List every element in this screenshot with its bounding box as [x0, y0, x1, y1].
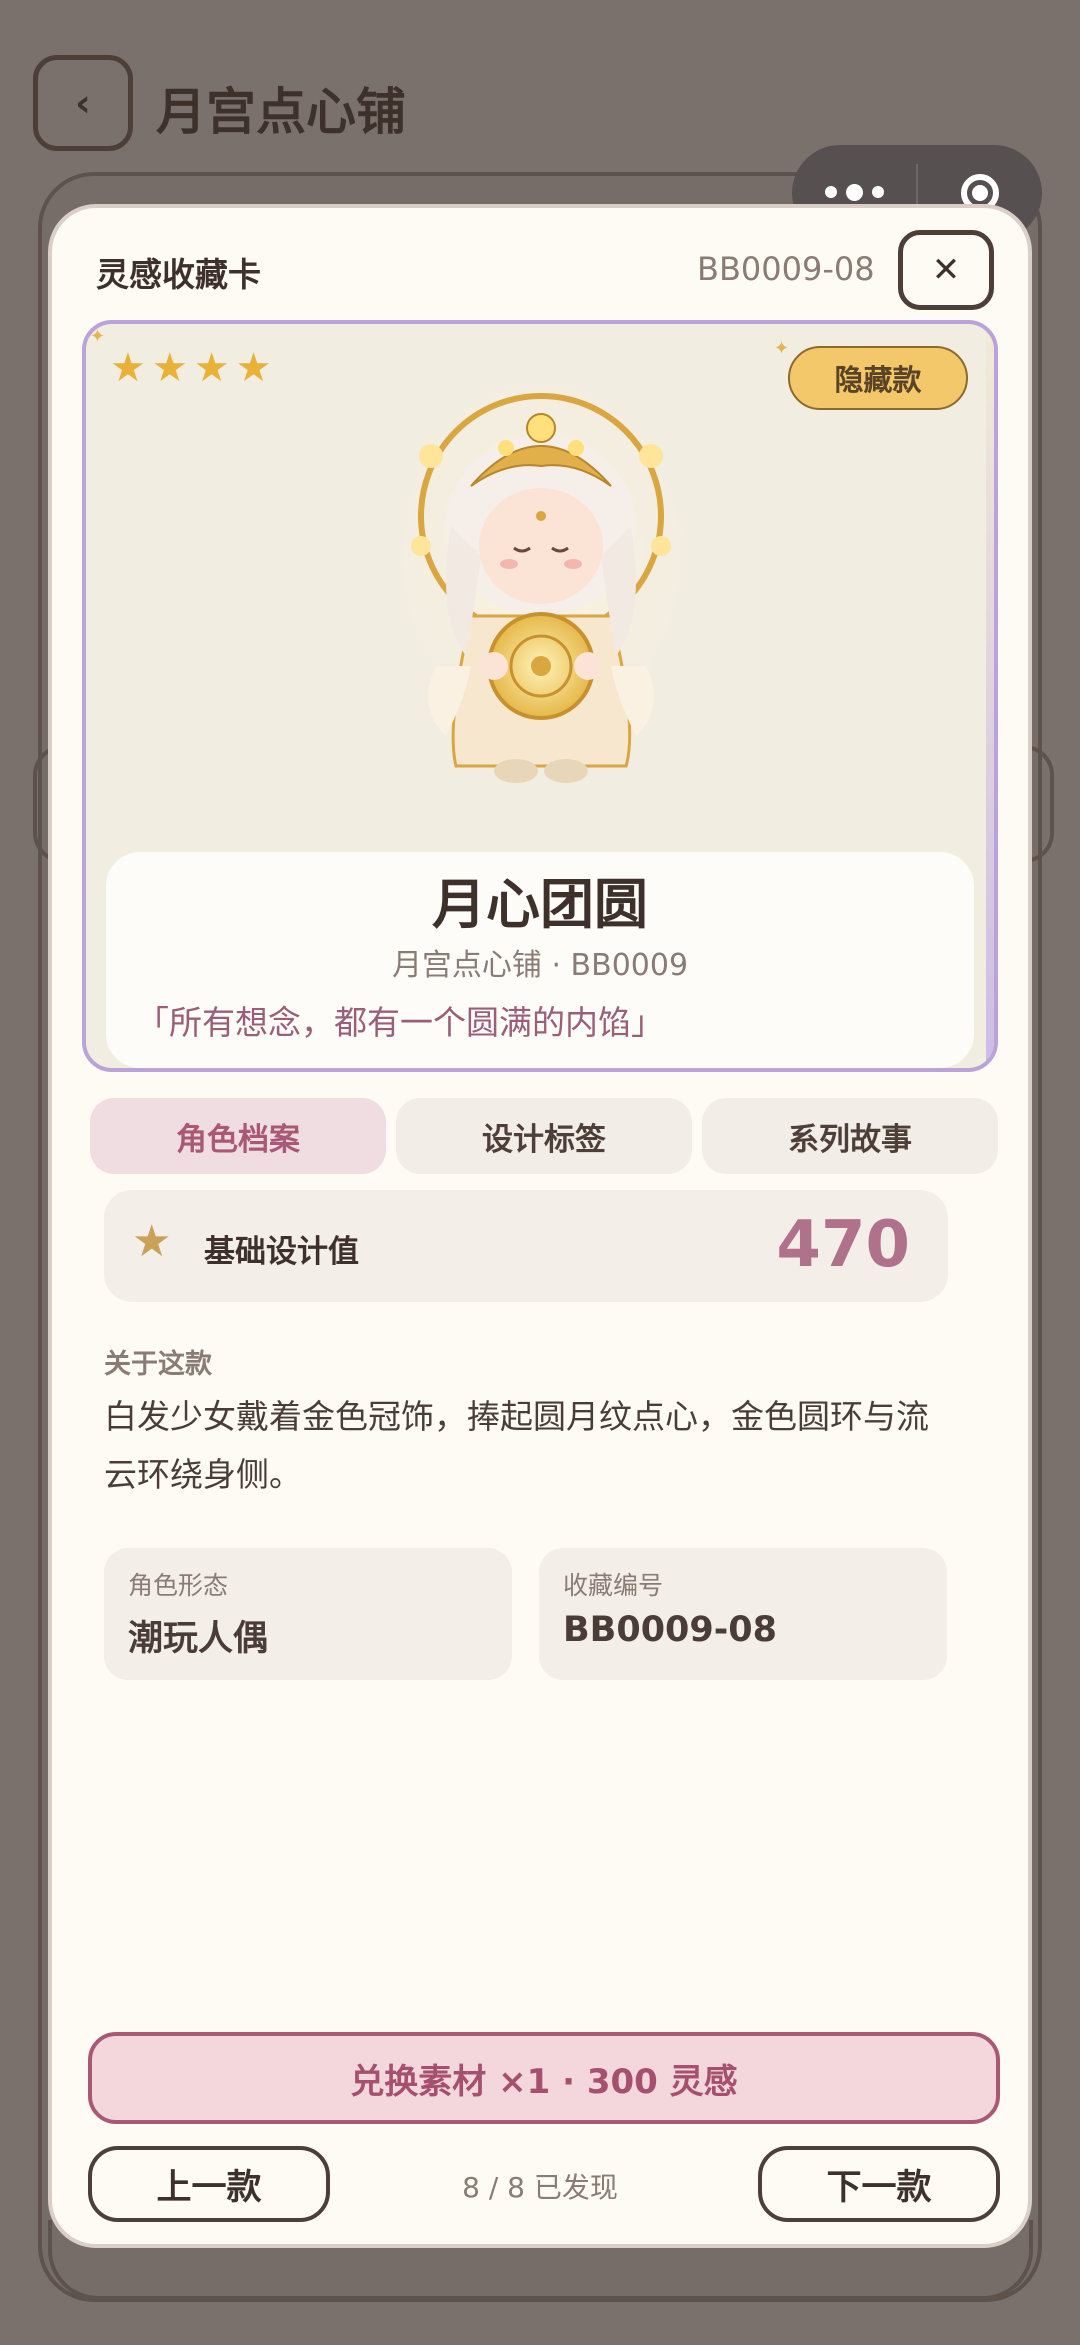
about-heading: 关于这款: [104, 1349, 212, 1380]
star-icon: ★: [235, 345, 272, 391]
sparkle-icon: ✦: [90, 326, 106, 347]
star-icon: ★: [110, 345, 146, 391]
info-value: 潮玩人偶: [128, 1619, 269, 1659]
detail-tabs: 角色档案 设计标签 系列故事: [90, 1098, 998, 1174]
back-button[interactable]: ‹: [33, 55, 133, 151]
close-button[interactable]: ✕: [898, 230, 994, 310]
tab-profile[interactable]: 角色档案: [90, 1098, 386, 1174]
base-value-number: 470: [776, 1208, 910, 1282]
redeem-material-button[interactable]: 兑换素材 ×1 · 300 灵感: [88, 2032, 1000, 2124]
character-name: 月心团圆: [432, 873, 648, 936]
card-code: BB0009-08: [697, 250, 875, 288]
info-key: 收藏编号: [563, 1571, 664, 1600]
star-icon: ★: [151, 345, 188, 391]
info-card-form: 角色形态 潮玩人偶: [104, 1548, 512, 1680]
about-text: 白发少女戴着金色冠饰，捧起圆月纹点心，金色圆环与流云环绕身侧。: [104, 1397, 929, 1494]
base-design-value: ★ 基础设计值 470: [104, 1190, 948, 1302]
star-icon: ★: [132, 1216, 172, 1267]
tab-design-tags[interactable]: 设计标签: [396, 1098, 692, 1174]
info-key: 角色形态: [128, 1571, 229, 1600]
next-button[interactable]: 下一款: [758, 2146, 1000, 2222]
collection-card-modal: 灵感收藏卡 BB0009-08 ✕ ★ ★ ★ ★ ✦ ✦ 隐藏款 月心团圆 月…: [48, 204, 1032, 2248]
star-icon: ★: [193, 345, 230, 391]
character-subtitle: 月宫点心铺 · BB0009: [391, 948, 689, 983]
rarity-stars: ★ ★ ★ ★: [110, 348, 271, 388]
info-card-collection-number: 收藏编号 BB0009-08: [539, 1548, 947, 1680]
chevron-left-icon: ‹: [75, 81, 91, 125]
character-name-card: 月心团圆 月宫点心铺 · BB0009 「所有想念，都有一个圆满的内馅」: [106, 852, 974, 1068]
character-figure-image: [381, 376, 701, 783]
modal-title: 灵感收藏卡: [96, 255, 261, 294]
more-dots-icon[interactable]: [792, 183, 916, 201]
base-value-label: 基础设计值: [204, 1234, 359, 1270]
page-title: 月宫点心铺: [156, 83, 406, 141]
character-hero: ★ ★ ★ ★ ✦ ✦ 隐藏款 月心团圆 月宫点心铺 · BB0009 「所有想…: [82, 320, 998, 1072]
sparkle-icon: ✦: [774, 338, 790, 359]
tab-series-story[interactable]: 系列故事: [702, 1098, 998, 1174]
close-icon: ✕: [931, 250, 961, 290]
info-value: BB0009-08: [563, 1610, 777, 1650]
hidden-edition-badge: 隐藏款: [788, 346, 968, 410]
character-quote: 「所有想念，都有一个圆满的内馅」: [136, 1003, 664, 1042]
